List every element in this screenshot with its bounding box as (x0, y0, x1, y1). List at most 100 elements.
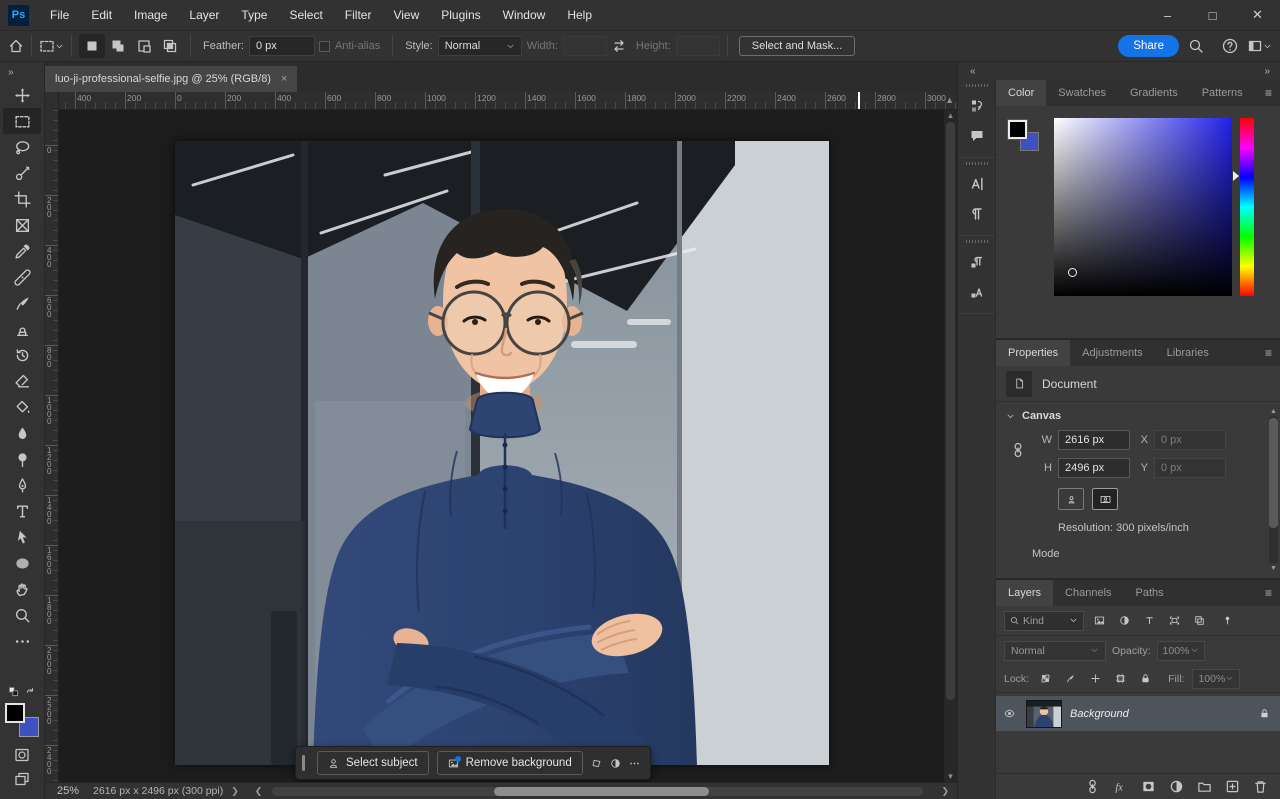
link-dimensions-icon[interactable] (1010, 442, 1026, 458)
canvas-viewport[interactable]: 02 0 04 0 06 0 08 0 01 0 0 01 2 0 01 4 0… (45, 110, 957, 782)
collapsed-panel-character[interactable] (960, 169, 994, 199)
collapsed-panel-character-styles[interactable] (960, 277, 994, 307)
taskbar-grip-handle[interactable] (302, 755, 305, 771)
fill-field[interactable]: 100% (1192, 669, 1240, 689)
panel-menu-icon[interactable]: ≡ (1265, 580, 1272, 606)
transform-icon[interactable] (591, 758, 602, 769)
link-layer-button[interactable] (1085, 779, 1100, 794)
layer-thumbnail[interactable] (1026, 700, 1062, 728)
tool-spot-healing[interactable] (3, 264, 41, 290)
saturation-brightness-field[interactable] (1054, 118, 1232, 296)
default-colors-icon[interactable] (8, 686, 19, 697)
search-icon[interactable] (1188, 38, 1204, 54)
select-subject-button[interactable]: Select subject (317, 751, 429, 775)
feather-input[interactable] (249, 36, 315, 56)
horizontal-ruler[interactable]: ▲ 40020002004006008001000120014001600180… (45, 92, 957, 110)
tool-clone-stamp[interactable] (3, 316, 41, 342)
tab-patterns[interactable]: Patterns (1190, 80, 1255, 106)
tab-color[interactable]: Color (996, 80, 1046, 106)
antialias-checkbox[interactable] (319, 41, 330, 52)
adjustment-layer-button[interactable] (1169, 779, 1184, 794)
filter-type-small-button[interactable] (1139, 611, 1160, 630)
tab-gradients[interactable]: Gradients (1118, 80, 1190, 106)
group-grip[interactable] (966, 84, 988, 87)
menu-file[interactable]: File (39, 0, 80, 30)
minimize-window-button[interactable]: – (1145, 0, 1190, 30)
scroll-left-icon[interactable]: ❮ (255, 786, 263, 797)
status-chevron-icon[interactable]: ❯ (231, 786, 239, 797)
remove-background-button[interactable]: Remove background (437, 751, 583, 775)
menu-window[interactable]: Window (492, 0, 557, 30)
lock-artboard-button[interactable] (1112, 670, 1129, 687)
tool-edit-toolbar[interactable] (3, 628, 41, 654)
intersect-selection-mode-button[interactable] (157, 34, 183, 58)
foreground-color-swatch[interactable] (5, 703, 25, 723)
properties-scrollbar[interactable]: ▲ ▼ (1269, 408, 1278, 572)
chevron-down-icon[interactable] (55, 42, 64, 51)
scroll-down-icon[interactable]: ▼ (1269, 565, 1278, 572)
tool-zoom[interactable] (3, 602, 41, 628)
tool-lasso[interactable] (3, 134, 41, 160)
filter-adjustment-button[interactable] (1114, 611, 1135, 630)
ruler-corner[interactable] (45, 92, 59, 110)
lock-pixels-button[interactable] (1062, 670, 1079, 687)
tab-properties[interactable]: Properties (996, 340, 1070, 366)
opacity-field[interactable]: 100% (1157, 641, 1205, 661)
tab-libraries[interactable]: Libraries (1155, 340, 1221, 366)
tab-swatches[interactable]: Swatches (1046, 80, 1118, 106)
expand-tools-icon[interactable]: » (0, 62, 44, 82)
collapsed-panel-comment[interactable] (960, 121, 994, 151)
panel-menu-icon[interactable]: ≡ (1265, 340, 1272, 366)
tool-frame[interactable] (3, 212, 41, 238)
layer-row-background[interactable]: Background (996, 696, 1280, 731)
tool-ellipse[interactable] (3, 550, 41, 576)
new-layer-layer-button[interactable] (1225, 779, 1240, 794)
tool-move[interactable] (3, 82, 41, 108)
menu-type[interactable]: Type (230, 0, 278, 30)
tool-type[interactable] (3, 498, 41, 524)
tab-adjustments[interactable]: Adjustments (1070, 340, 1155, 366)
switch-colors-icon[interactable] (25, 686, 36, 697)
height-input[interactable] (676, 36, 720, 56)
collapsed-panel-paragraph-styles[interactable] (960, 247, 994, 277)
document-tab[interactable]: luo-ji-professional-selfie.jpg @ 25% (RG… (45, 66, 297, 92)
tool-path-selection[interactable] (3, 524, 41, 550)
vertical-ruler[interactable]: 02 0 04 0 06 0 08 0 01 0 0 01 2 0 01 4 0… (45, 110, 59, 782)
color-field-cursor[interactable] (1068, 268, 1077, 277)
layer-lock-icon[interactable] (1259, 708, 1270, 719)
quick-mask-button[interactable] (3, 743, 41, 767)
tool-eraser[interactable] (3, 368, 41, 394)
panel-menu-icon[interactable]: ≡ (1265, 80, 1272, 106)
tool-blur[interactable] (3, 420, 41, 446)
tool-brush[interactable] (3, 290, 41, 316)
close-window-button[interactable]: ✕ (1235, 0, 1280, 30)
tab-paths[interactable]: Paths (1124, 580, 1176, 606)
tool-paint-bucket[interactable] (3, 394, 41, 420)
tab-channels[interactable]: Channels (1053, 580, 1123, 606)
select-and-mask-button[interactable]: Select and Mask... (739, 36, 856, 56)
scroll-up-icon[interactable]: ▲ (1269, 408, 1278, 415)
vertical-scrollbar[interactable]: ▲ ▼ (944, 110, 957, 782)
layer-visibility-eye-icon[interactable] (996, 708, 1022, 719)
menu-image[interactable]: Image (123, 0, 178, 30)
collapsed-panel-paragraph[interactable] (960, 199, 994, 229)
tool-preset-marquee-icon[interactable] (39, 38, 55, 54)
home-icon[interactable] (8, 38, 24, 54)
menu-plugins[interactable]: Plugins (430, 0, 491, 30)
lock-transparency-button[interactable] (1037, 670, 1054, 687)
vertical-scroll-thumb[interactable] (946, 122, 955, 700)
menu-edit[interactable]: Edit (80, 0, 123, 30)
filter-smart-object-button[interactable] (1189, 611, 1210, 630)
delete-layer-button[interactable] (1253, 779, 1268, 794)
scroll-down-icon[interactable]: ▼ (944, 772, 957, 781)
more-options-icon[interactable] (629, 758, 640, 769)
portrait-orientation-button[interactable] (1058, 488, 1084, 510)
menu-view[interactable]: View (382, 0, 430, 30)
collapse-panels-icon[interactable]: « (970, 66, 976, 77)
landscape-orientation-button[interactable] (1092, 488, 1118, 510)
group-grip[interactable] (966, 162, 988, 165)
canvas-height-input[interactable] (1058, 458, 1130, 478)
menu-help[interactable]: Help (556, 0, 603, 30)
scroll-up-icon[interactable]: ▲ (944, 111, 957, 120)
tool-pen[interactable] (3, 472, 41, 498)
